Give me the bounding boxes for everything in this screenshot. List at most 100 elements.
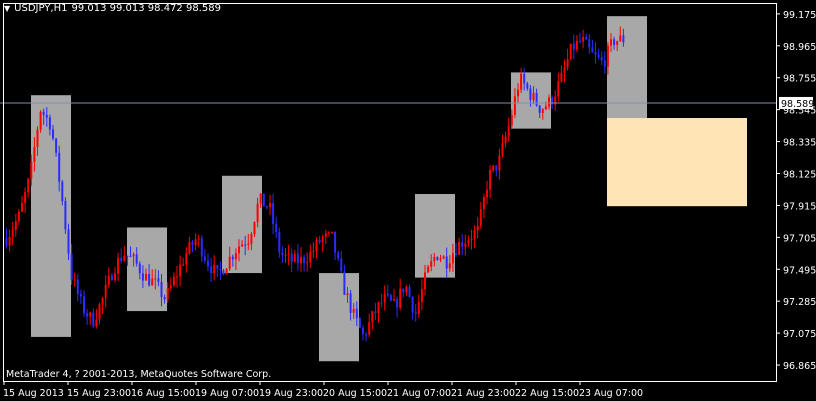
chart-title-bar: ▼ USDJPY,H1 99.013 99.013 98.472 98.589: [4, 3, 221, 14]
candle-body: [585, 37, 588, 40]
candle-body: [473, 230, 476, 240]
candle-body: [318, 240, 321, 243]
candle-body: [210, 266, 213, 274]
candle-body: [219, 268, 222, 271]
zone-gray-2[interactable]: [222, 175, 262, 274]
candle-body: [513, 96, 516, 115]
candle-body: [262, 193, 265, 207]
candle-body: [377, 302, 380, 314]
candle-body: [461, 242, 464, 248]
candle-body: [160, 281, 163, 298]
candle-body: [482, 197, 485, 210]
candle-body: [95, 319, 98, 327]
candle-body: [247, 243, 250, 245]
x-tick-label: 19 Aug 23:00: [259, 388, 323, 399]
y-tick-label: 98.125: [783, 169, 816, 180]
chart-window[interactable]: 99.175 98.965 98.755 98.545 98.335 98.125 97.9…: [0, 0, 816, 401]
x-tick-label: 22 Aug 15:00: [515, 388, 579, 399]
candle-body: [309, 251, 312, 263]
candle-body: [575, 40, 578, 50]
candle-body: [27, 178, 30, 193]
candle-body: [79, 293, 82, 297]
candle-body: [582, 37, 585, 42]
candle-body: [371, 311, 374, 323]
candle-body: [439, 258, 442, 260]
zone-gray-5[interactable]: [511, 72, 551, 129]
candle-body: [507, 125, 510, 137]
y-tick-label: 96.865: [783, 361, 816, 372]
y-tick-label: 97.285: [783, 297, 816, 308]
candle-body: [467, 240, 470, 244]
candle-body: [185, 253, 188, 265]
candle-body: [603, 60, 606, 67]
candle-body: [287, 253, 290, 255]
candle-body: [486, 189, 488, 198]
candle-body: [36, 129, 39, 147]
candle-body: [290, 253, 293, 262]
candle-body: [203, 256, 206, 261]
candle-body: [216, 264, 219, 269]
candle-body: [73, 279, 76, 281]
candle-body: [455, 253, 457, 255]
candle-body: [551, 97, 554, 105]
candle-body: [622, 35, 625, 43]
candle-body: [303, 257, 306, 264]
candle-body: [321, 236, 324, 243]
candle-body: [265, 206, 268, 208]
y-tick-label: 98.335: [783, 138, 816, 149]
candle-body: [132, 254, 135, 257]
candle-body: [420, 289, 423, 302]
candle-body: [107, 275, 110, 285]
candle-body: [411, 296, 414, 313]
x-tick-label: 15 Aug 23:00: [67, 388, 131, 399]
candle-body: [427, 266, 430, 273]
candle-body: [256, 203, 259, 223]
candle-body: [424, 272, 426, 290]
candle-body: [520, 73, 523, 90]
y-tick-label: 97.495: [783, 265, 816, 276]
candle-body: [365, 334, 368, 336]
candle-body: [5, 238, 8, 246]
candle-body: [241, 244, 244, 247]
candle-body: [393, 299, 395, 301]
candle-body: [135, 254, 138, 264]
candle-body: [532, 92, 535, 100]
candle-body: [52, 129, 54, 139]
candle-body: [55, 138, 58, 153]
dropdown-triangle-icon[interactable]: ▼: [4, 4, 10, 13]
candle-body: [182, 264, 185, 266]
candle-body: [616, 41, 619, 46]
candle-body: [396, 299, 399, 308]
candle-body: [179, 264, 182, 277]
candle-body: [352, 308, 355, 313]
candle-body: [433, 257, 436, 262]
zone-gray-3[interactable]: [319, 273, 359, 362]
candle-body: [21, 203, 23, 212]
symbol-label: USDJPY,H1: [14, 3, 68, 14]
candle-body: [504, 136, 507, 144]
candle-body: [492, 165, 495, 171]
candle-body: [58, 152, 61, 182]
candle-body: [200, 238, 203, 257]
candle-body: [117, 257, 120, 274]
candle-body: [154, 278, 157, 280]
candle-body: [544, 106, 547, 110]
candle-body: [42, 111, 45, 115]
candle-body: [207, 260, 209, 267]
candle-body: [312, 251, 315, 253]
candle-body: [451, 253, 454, 264]
candle-body: [151, 278, 154, 286]
candle-body: [458, 242, 461, 255]
candle-body: [442, 256, 445, 259]
x-tick-label: 21 Aug 07:00: [387, 388, 451, 399]
candle-body: [594, 52, 597, 55]
candle-body: [48, 117, 51, 130]
candle-body: [430, 261, 433, 267]
candle-body: [61, 181, 64, 202]
candle-body: [610, 39, 612, 46]
candle-body: [510, 114, 513, 126]
price-chart[interactable]: 99.17598.96598.75598.54598.33598.12597.9…: [0, 0, 816, 401]
zone-orange-7[interactable]: [607, 118, 747, 207]
candle-body: [324, 233, 327, 237]
candle-body: [566, 59, 569, 68]
